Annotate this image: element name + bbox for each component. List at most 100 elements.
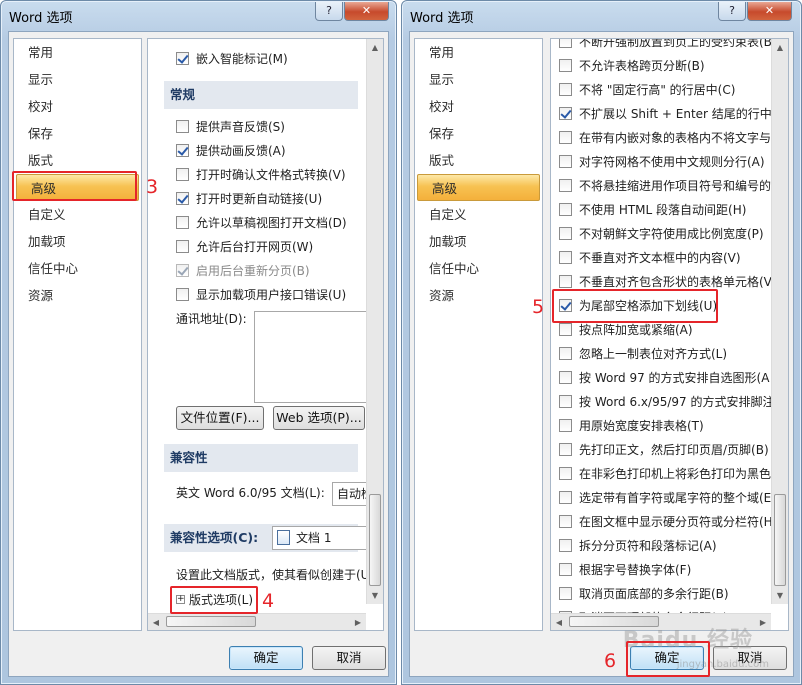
nav-item[interactable]: 自定义 — [14, 201, 141, 228]
checkbox-icon[interactable] — [559, 587, 572, 600]
option-row[interactable]: 显示加载项用户接口错误(U) — [176, 285, 346, 307]
cancel-button[interactable]: 取消 — [312, 646, 386, 670]
checkbox-icon[interactable] — [559, 275, 572, 288]
nav-item[interactable]: 信任中心 — [415, 255, 542, 282]
nav-item[interactable]: 加载项 — [14, 228, 141, 255]
checkbox-icon[interactable] — [559, 251, 572, 264]
mail-address-textarea[interactable] — [254, 311, 374, 403]
option-row[interactable]: 不断开强制放置到页上的受约束表(B — [559, 39, 772, 54]
help-button[interactable]: ? — [718, 2, 746, 21]
option-row[interactable]: 不将悬挂缩进用作项目符号和编号的 — [559, 176, 771, 198]
option-row[interactable]: 用原始宽度安排表格(T) — [559, 416, 704, 438]
help-button[interactable]: ? — [315, 2, 343, 21]
nav-item[interactable]: 版式 — [415, 147, 542, 174]
checkbox-icon[interactable] — [559, 371, 572, 384]
option-row[interactable]: 按点阵加宽或紧缩(A) — [559, 320, 693, 342]
vertical-scrollbar[interactable]: ▲ ▼ — [366, 39, 383, 604]
nav-item[interactable]: 资源 — [415, 282, 542, 309]
scroll-right-icon[interactable]: ▶ — [755, 614, 771, 630]
nav-item[interactable]: 自定义 — [415, 201, 542, 228]
option-row[interactable]: 在非彩色打印机上将彩色打印为黑色 — [559, 464, 771, 486]
vertical-scrollbar[interactable]: ▲ ▼ — [771, 39, 788, 604]
scroll-left-icon[interactable]: ◀ — [148, 614, 164, 630]
checkbox-icon[interactable] — [559, 83, 572, 96]
scroll-right-icon[interactable]: ▶ — [350, 614, 366, 630]
option-row[interactable]: 取消页面底部的多余行距(B) — [559, 584, 729, 606]
checkbox-icon[interactable] — [559, 59, 572, 72]
checkbox-icon[interactable] — [559, 155, 572, 168]
checkbox-icon[interactable] — [559, 419, 572, 432]
checkbox-icon[interactable] — [559, 515, 572, 528]
option-row[interactable]: 根据字号替换字体(F) — [559, 560, 691, 582]
web-options-button[interactable]: Web 选项(P)... — [273, 406, 365, 430]
scroll-up-icon[interactable]: ▲ — [367, 39, 383, 56]
checkbox-checked-icon[interactable] — [176, 52, 189, 65]
option-row[interactable]: 拆分分页符和段落标记(A) — [559, 536, 717, 558]
nav-item[interactable]: 校对 — [14, 93, 141, 120]
option-row[interactable]: 启用后台重新分页(B) — [176, 261, 310, 283]
option-row[interactable]: 允许以草稿视图打开文档(D) — [176, 213, 347, 235]
option-row[interactable]: 在图文框中显示硬分页符或分栏符(H — [559, 512, 773, 534]
file-locations-button[interactable]: 文件位置(F)... — [176, 406, 264, 430]
option-row[interactable]: 打开时确认文件格式转换(V) — [176, 165, 346, 187]
close-button[interactable]: ✕ — [747, 2, 792, 21]
nav-item[interactable]: 保存 — [415, 120, 542, 147]
nav-item[interactable]: 显示 — [14, 66, 141, 93]
option-row[interactable]: 选定带有首字符或尾字符的整个域(E — [559, 488, 771, 510]
checkbox-icon[interactable] — [559, 395, 572, 408]
checkbox-icon[interactable] — [559, 443, 572, 456]
nav-item[interactable]: 保存 — [14, 120, 141, 147]
scroll-down-icon[interactable]: ▼ — [367, 587, 383, 604]
checkbox-icon[interactable] — [176, 216, 189, 229]
hscroll-thumb[interactable] — [166, 616, 256, 627]
checkbox-icon[interactable] — [559, 131, 572, 144]
checkbox-icon[interactable] — [559, 347, 572, 360]
option-row[interactable]: 按 Word 6.x/95/97 的方式安排脚注( — [559, 392, 779, 414]
option-row[interactable]: 允许后台打开网页(W) — [176, 237, 313, 259]
checkbox-icon[interactable] — [176, 240, 189, 253]
option-row[interactable]: 忽略上一制表位对齐方式(L) — [559, 344, 727, 366]
nav-item[interactable]: 校对 — [415, 93, 542, 120]
option-row[interactable]: 对字符网格不使用中文规则分行(A) — [559, 152, 765, 174]
checkbox-icon[interactable] — [176, 168, 189, 181]
scroll-up-icon[interactable]: ▲ — [772, 39, 788, 56]
option-row[interactable]: 在带有内嵌对象的表格内不将文字与 — [559, 128, 771, 150]
nav-item[interactable]: 加载项 — [415, 228, 542, 255]
option-row[interactable]: 不将 "固定行高" 的行居中(C) — [559, 80, 735, 102]
checkbox-icon[interactable] — [559, 227, 572, 240]
checkbox-icon[interactable] — [559, 179, 572, 192]
scroll-thumb[interactable] — [774, 494, 786, 586]
checkbox-checked-icon[interactable] — [176, 144, 189, 157]
option-row[interactable]: 不允许表格跨页分断(B) — [559, 56, 705, 78]
nav-item[interactable]: 高级 — [417, 174, 540, 201]
checkbox-icon[interactable] — [559, 203, 572, 216]
nav-item[interactable]: 信任中心 — [14, 255, 141, 282]
checkbox-icon[interactable] — [559, 39, 572, 48]
option-row[interactable]: 提供动画反馈(A) — [176, 141, 286, 163]
nav-item[interactable]: 资源 — [14, 282, 141, 309]
nav-item[interactable]: 常用 — [14, 39, 141, 66]
option-row[interactable]: 不对朝鲜文字符使用成比例宽度(P) — [559, 224, 764, 246]
checkbox-icon[interactable] — [559, 563, 572, 576]
scroll-thumb[interactable] — [369, 494, 381, 586]
option-row[interactable]: 按 Word 97 的方式安排自选图形(A — [559, 368, 769, 390]
nav-item[interactable]: 版式 — [14, 147, 141, 174]
checkbox-icon[interactable] — [176, 288, 189, 301]
checkbox-icon[interactable] — [559, 323, 572, 336]
checkbox-icon[interactable] — [559, 539, 572, 552]
close-button[interactable]: ✕ — [344, 2, 389, 21]
checkbox-icon[interactable] — [176, 120, 189, 133]
option-row[interactable]: 提供声音反馈(S) — [176, 117, 285, 139]
ok-button[interactable]: 确定 — [229, 646, 303, 670]
scroll-down-icon[interactable]: ▼ — [772, 587, 788, 604]
nav-item[interactable]: 常用 — [415, 39, 542, 66]
checkbox-checked-icon[interactable] — [559, 107, 572, 120]
horizontal-scrollbar[interactable]: ◀ ▶ — [148, 613, 366, 630]
scroll-left-icon[interactable]: ◀ — [551, 614, 567, 630]
checkbox-icon[interactable] — [559, 491, 572, 504]
option-row[interactable]: 嵌入智能标记(M) — [176, 49, 288, 71]
checkbox-icon[interactable] — [559, 467, 572, 480]
option-row[interactable]: 打开时更新自动链接(U) — [176, 189, 322, 211]
option-row[interactable]: 先打印正文，然后打印页眉/页脚(B) — [559, 440, 769, 462]
compat-doc-combo[interactable]: 文档 1 — [272, 526, 372, 550]
